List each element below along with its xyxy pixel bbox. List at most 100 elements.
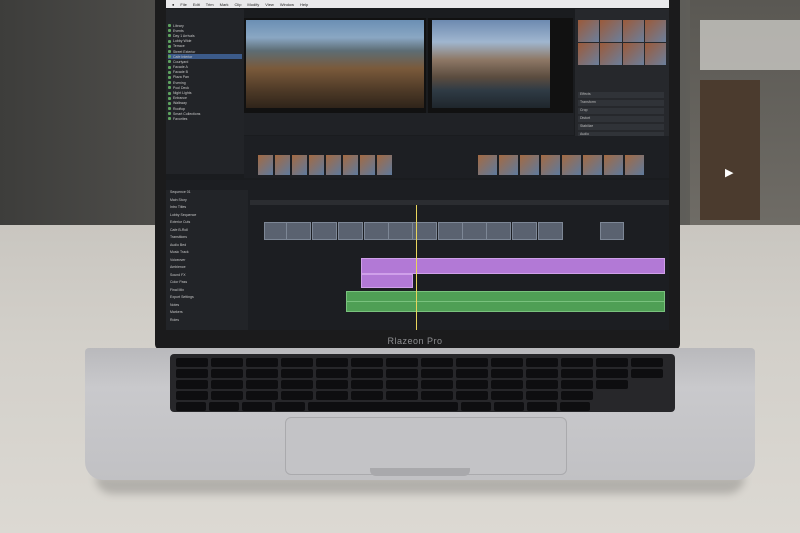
keyboard-key[interactable]: [491, 358, 523, 367]
keyboard-key[interactable]: [211, 369, 243, 378]
video-clip[interactable]: [438, 222, 463, 240]
keyboard-key[interactable]: [421, 391, 453, 400]
trackpad[interactable]: [285, 417, 567, 475]
timeline-index-row[interactable]: Intro Titles: [166, 205, 248, 213]
menu-item[interactable]: File: [180, 2, 186, 7]
video-clip[interactable]: [338, 222, 363, 240]
video-clip[interactable]: [312, 222, 337, 240]
filmstrip-thumb[interactable]: [360, 155, 375, 175]
keyboard-key[interactable]: [631, 369, 663, 378]
timeline-index-row[interactable]: Notes: [166, 303, 248, 311]
video-clip[interactable]: [486, 222, 511, 240]
menu-item[interactable]: View: [265, 2, 274, 7]
keyboard-key[interactable]: [386, 369, 418, 378]
timeline-index-row[interactable]: Markers: [166, 310, 248, 318]
timeline-playhead[interactable]: [416, 205, 417, 330]
filmstrip-thumb[interactable]: [309, 155, 324, 175]
timeline-index-row[interactable]: Ambience: [166, 265, 248, 273]
keyboard-key[interactable]: [491, 369, 523, 378]
filmstrip-thumb[interactable]: [275, 155, 290, 175]
keyboard-key[interactable]: [456, 380, 488, 389]
filmstrip-thumb[interactable]: [520, 155, 539, 175]
video-clip[interactable]: [388, 222, 413, 240]
keyboard-key[interactable]: [596, 369, 628, 378]
keyboard-key[interactable]: [211, 380, 243, 389]
inspector-row[interactable]: Transform: [578, 100, 664, 106]
keyboard-key[interactable]: [494, 402, 524, 411]
keyboard-key[interactable]: [527, 402, 557, 411]
keyboard-key[interactable]: [246, 369, 278, 378]
keyboard-key[interactable]: [176, 380, 208, 389]
keyboard-key[interactable]: [631, 358, 663, 367]
video-clip[interactable]: [512, 222, 537, 240]
keyboard-key[interactable]: [316, 358, 348, 367]
keyboard-key[interactable]: [561, 369, 593, 378]
keyboard-key[interactable]: [275, 402, 305, 411]
keyboard-key[interactable]: [246, 380, 278, 389]
menu-item[interactable]: Edit: [193, 2, 200, 7]
keyboard-key[interactable]: [209, 402, 239, 411]
filmstrip-thumb[interactable]: [499, 155, 518, 175]
video-clip[interactable]: [600, 222, 624, 240]
filmstrip-thumb[interactable]: [478, 155, 497, 175]
timeline-index-row[interactable]: Music Track: [166, 250, 248, 258]
video-clip[interactable]: [462, 222, 487, 240]
play-icon[interactable]: ▶: [725, 166, 733, 179]
keyboard-key[interactable]: [246, 358, 278, 367]
timeline-index-row[interactable]: Main Story: [166, 198, 248, 206]
keyboard-key[interactable]: [351, 369, 383, 378]
keyboard-key[interactable]: [316, 369, 348, 378]
keyboard-key[interactable]: [211, 358, 243, 367]
keyboard-key[interactable]: [421, 358, 453, 367]
keyboard-key[interactable]: [281, 369, 313, 378]
keyboard-key[interactable]: [560, 402, 590, 411]
keyboard-key[interactable]: [176, 391, 208, 400]
inspector-row[interactable]: Stabilize: [578, 124, 664, 130]
keyboard-key[interactable]: [211, 391, 243, 400]
keyboard-key[interactable]: [351, 391, 383, 400]
keyboard-key[interactable]: [461, 402, 491, 411]
filmstrip-thumb[interactable]: [377, 155, 392, 175]
timeline-ruler[interactable]: [250, 200, 669, 205]
effects-thumbnails[interactable]: [578, 20, 666, 65]
keyboard-key[interactable]: [421, 380, 453, 389]
filmstrip-thumb[interactable]: [292, 155, 307, 175]
keyboard-key[interactable]: [246, 391, 278, 400]
video-clip[interactable]: [364, 222, 389, 240]
timeline-index-row[interactable]: Exterior Cuts: [166, 220, 248, 228]
audio-clip-green-2[interactable]: [346, 301, 665, 312]
keyboard-key[interactable]: [316, 391, 348, 400]
inspector-row[interactable]: Distort: [578, 116, 664, 122]
keyboard-key[interactable]: [596, 358, 628, 367]
keyboard-key[interactable]: [491, 380, 523, 389]
filmstrip-thumb[interactable]: [604, 155, 623, 175]
filmstrip-thumb[interactable]: [562, 155, 581, 175]
menu-item[interactable]: Modify: [247, 2, 259, 7]
keyboard-key[interactable]: [421, 369, 453, 378]
keyboard-key[interactable]: [386, 391, 418, 400]
timeline-index-row[interactable]: Transitions: [166, 235, 248, 243]
keyboard-key[interactable]: [351, 358, 383, 367]
timeline-index-row[interactable]: Sound FX: [166, 273, 248, 281]
menu-item[interactable]: Help: [300, 2, 308, 7]
keyboard-key[interactable]: [561, 391, 593, 400]
keyboard-key[interactable]: [308, 402, 458, 411]
keyboard-key[interactable]: [526, 380, 558, 389]
timeline-index-row[interactable]: Cafe B-Roll: [166, 228, 248, 236]
keyboard-key[interactable]: [176, 402, 206, 411]
keyboard-key[interactable]: [281, 380, 313, 389]
keyboard-key[interactable]: [386, 380, 418, 389]
keyboard-key[interactable]: [351, 380, 383, 389]
timeline-index-row[interactable]: Roles: [166, 318, 248, 326]
timeline-index-row[interactable]: Voiceover: [166, 258, 248, 266]
filmstrip-thumb[interactable]: [541, 155, 560, 175]
keyboard-key[interactable]: [526, 369, 558, 378]
timeline-index-row[interactable]: Lobby Sequence: [166, 213, 248, 221]
audio-clip-purple-1[interactable]: [361, 258, 665, 274]
transport-controls[interactable]: [244, 113, 574, 135]
filmstrip-thumb[interactable]: [583, 155, 602, 175]
keyboard-key[interactable]: [281, 358, 313, 367]
timeline-index-row[interactable]: Sequence 01: [166, 190, 248, 198]
keyboard-key[interactable]: [561, 380, 593, 389]
keyboard-key[interactable]: [526, 391, 558, 400]
